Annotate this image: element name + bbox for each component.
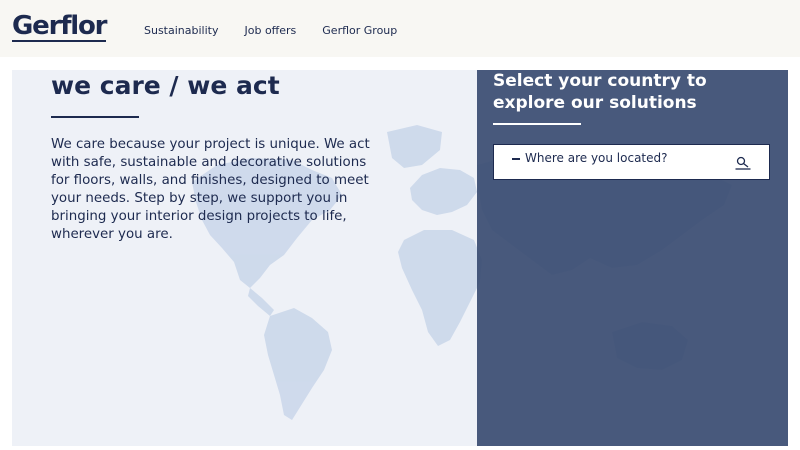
hero-description: We care because your project is unique. … <box>51 137 370 242</box>
gerflor-logo[interactable]: Gerflor <box>12 12 108 42</box>
country-panel-title: Select your country to explore our solut… <box>493 71 707 113</box>
nav-link-sustainability[interactable]: Sustainability <box>144 24 218 37</box>
main-nav: Sustainability Job offers Gerflor Group <box>144 24 423 37</box>
country-selector-panel: Select your country to explore our solut… <box>477 70 788 446</box>
top-navigation-bar: Gerflor Sustainability Job offers Gerflo… <box>0 0 800 57</box>
location-pin-icon <box>735 156 751 170</box>
dash-icon <box>512 158 520 160</box>
location-select-label: Where are you located? <box>525 151 668 165</box>
headline-divider <box>51 116 139 118</box>
hero-section: we care / we act We care because your pr… <box>12 70 788 446</box>
location-select-button[interactable]: Where are you located? <box>493 144 770 180</box>
nav-link-gerflor-group[interactable]: Gerflor Group <box>322 24 397 37</box>
page-headline: we care / we act <box>51 71 280 100</box>
panel-divider <box>493 123 581 125</box>
nav-link-job-offers[interactable]: Job offers <box>244 24 296 37</box>
